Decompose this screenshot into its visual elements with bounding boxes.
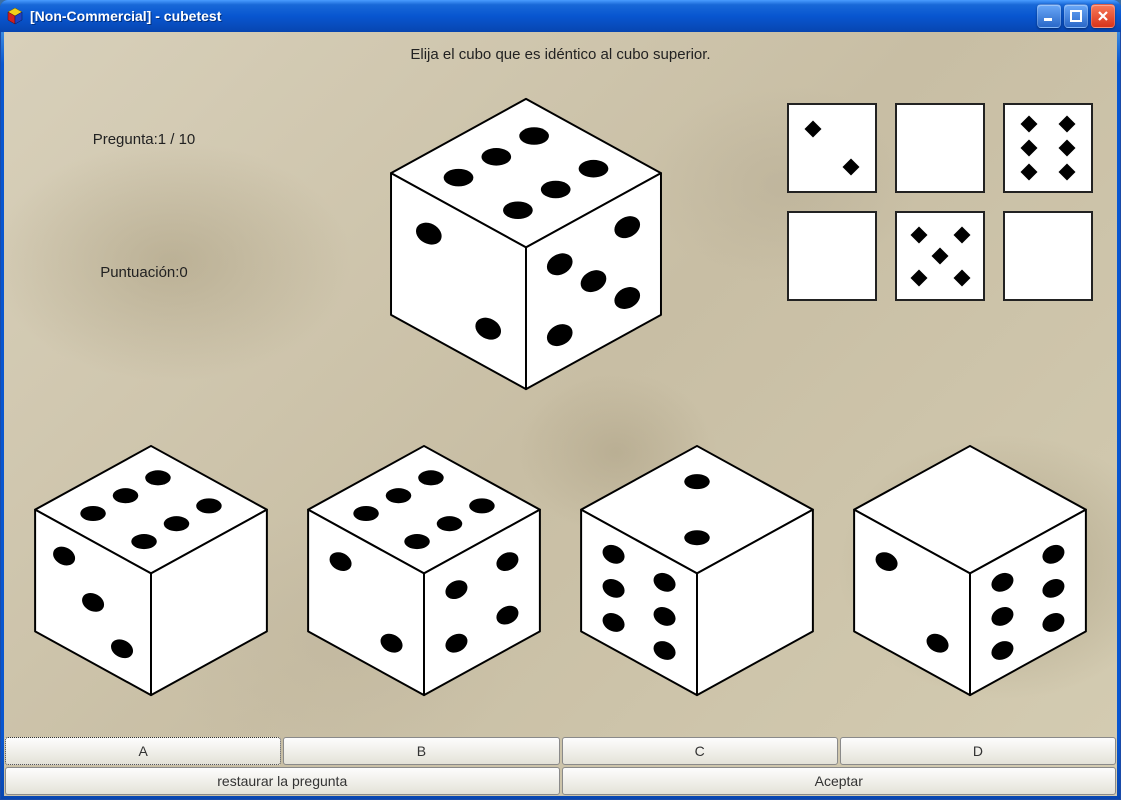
question-counter: Pregunta:1 / 10 (24, 131, 264, 148)
face-tile-2 (1003, 103, 1093, 193)
face-tile-0 (787, 103, 877, 193)
face-tile-5 (1003, 211, 1093, 301)
stats-panel: Pregunta:1 / 10 Puntuación:0 (24, 73, 264, 299)
maximize-button[interactable] (1064, 4, 1088, 28)
answer-row (4, 413, 1117, 736)
app-window: [Non-Commercial] - cubetest Elija el cub… (0, 0, 1121, 800)
answer-cube-D[interactable] (840, 440, 1100, 700)
minimize-button[interactable] (1037, 4, 1061, 28)
app-icon (6, 7, 24, 25)
score-label: Puntuación:0 (24, 264, 264, 281)
titlebar: [Non-Commercial] - cubetest (0, 0, 1121, 32)
restore-button[interactable]: restaurar la pregunta (5, 767, 560, 795)
face-tile-1 (895, 103, 985, 193)
answer-cube-C[interactable] (567, 440, 827, 700)
accept-button[interactable]: Aceptar (562, 767, 1117, 795)
answer-buttons: ABCD (4, 736, 1117, 766)
answer-button-B[interactable]: B (283, 737, 559, 765)
client-area: Elija el cubo que es idéntico al cubo su… (4, 32, 1117, 796)
answer-cube-B[interactable] (294, 440, 554, 700)
answer-button-A[interactable]: A (5, 737, 281, 765)
face-palette (787, 73, 1097, 301)
instruction-text: Elija el cubo que es idéntico al cubo su… (4, 32, 1117, 73)
close-button[interactable] (1091, 4, 1115, 28)
answer-button-D[interactable]: D (840, 737, 1116, 765)
answer-button-C[interactable]: C (562, 737, 838, 765)
answer-cube-A[interactable] (21, 440, 281, 700)
face-tile-3 (787, 211, 877, 301)
face-tile-4 (895, 211, 985, 301)
window-title: [Non-Commercial] - cubetest (30, 8, 221, 24)
reference-cube (264, 73, 787, 413)
